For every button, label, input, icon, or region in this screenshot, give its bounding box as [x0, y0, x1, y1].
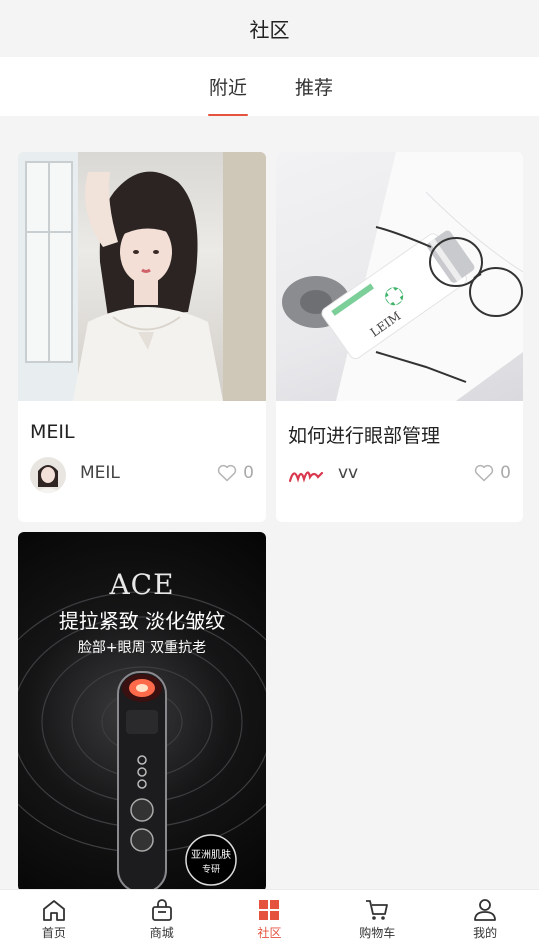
nav-home-label: 首页: [41, 926, 66, 940]
user-icon: [474, 899, 496, 921]
tab-nearby-label: 附近: [208, 77, 247, 99]
like-button[interactable]: 0: [217, 463, 254, 483]
avatar[interactable]: [30, 457, 66, 493]
tab-nearby[interactable]: 附近: [204, 57, 252, 116]
post-title[interactable]: 如何进行眼部管理: [288, 421, 440, 448]
shopping-bag-icon: [151, 899, 172, 921]
top-bar: 社区: [0, 0, 539, 57]
nav-profile-label: 我的: [473, 926, 498, 940]
active-tab-indicator: [208, 114, 248, 116]
post-image[interactable]: ACE 提拉紧致 淡化皱纹 脸部+眼周 双重抗老 亚洲肌肤 专研: [18, 532, 266, 892]
nav-profile[interactable]: 我的: [431, 890, 539, 945]
community-grid-icon: [259, 900, 280, 920]
post-card[interactable]: ACE 提拉紧致 淡化皱纹 脸部+眼周 双重抗老 亚洲肌肤 专研: [18, 532, 266, 892]
like-count: 0: [243, 463, 254, 483]
post-title[interactable]: MEIL: [30, 421, 75, 443]
nav-mall-label: 商城: [149, 926, 174, 940]
heart-icon: [217, 464, 237, 482]
tab-recommend-label: 推荐: [294, 77, 333, 99]
like-button[interactable]: 0: [474, 463, 511, 483]
nav-mall[interactable]: 商城: [108, 890, 216, 945]
author-name[interactable]: MEIL: [80, 463, 120, 483]
post-image[interactable]: LEIM: [276, 152, 523, 401]
post-card[interactable]: MEIL MEIL 0: [18, 152, 266, 522]
page-title: 社区: [249, 18, 290, 42]
ad-badge-line2: 专研: [202, 863, 220, 875]
home-icon: [42, 900, 65, 921]
post-image[interactable]: [18, 152, 266, 401]
nav-home[interactable]: 首页: [0, 890, 108, 945]
ad-headline: 提拉紧致 淡化皱纹: [59, 609, 225, 633]
like-count: 0: [500, 463, 511, 483]
tab-bar: 附近 推荐: [0, 57, 539, 116]
ad-badge-line1: 亚洲肌肤: [191, 848, 231, 861]
nav-cart[interactable]: 购物车: [323, 890, 431, 945]
beauty-device-ad: ACE 提拉紧致 淡化皱纹 脸部+眼周 双重抗老 亚洲肌肤 专研: [18, 568, 266, 892]
heart-icon: [474, 464, 494, 482]
avatar[interactable]: [288, 457, 324, 493]
skincare-product-photo: LEIM: [282, 152, 523, 401]
nav-cart-label: 购物车: [359, 926, 396, 940]
bottom-nav: 首页 商城 社区 购物车 我的: [0, 889, 539, 945]
nav-community-label: 社区: [257, 926, 282, 940]
author-name[interactable]: vv: [338, 463, 358, 483]
post-card[interactable]: LEIM 如何进行眼部管理 vv 0: [276, 152, 523, 522]
portrait-photo: [18, 152, 266, 401]
tab-recommend[interactable]: 推荐: [290, 57, 338, 116]
nav-community[interactable]: 社区: [216, 890, 324, 945]
ad-brand: ACE: [108, 568, 174, 601]
ad-subline: 脸部+眼周 双重抗老: [78, 640, 206, 656]
cart-icon: [366, 900, 389, 920]
